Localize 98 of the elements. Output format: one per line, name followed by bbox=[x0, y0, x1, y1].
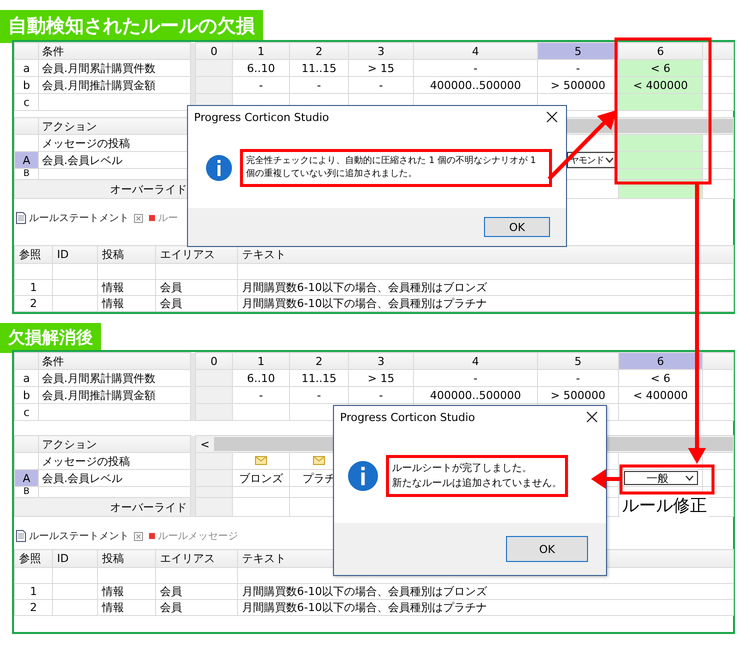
table-cell: > 500000 bbox=[538, 76, 618, 94]
table-cell: 6..10 bbox=[232, 370, 290, 386]
row-label: a bbox=[14, 370, 38, 386]
column-header[interactable]: 3 bbox=[348, 352, 414, 370]
message-text: 完全性チェックにより、自動的に圧縮された 1 個の不明なシナリオが 1 個の重複していない列に追加されました。 bbox=[246, 155, 538, 181]
column-header[interactable]: 3 bbox=[348, 42, 414, 60]
row-name: 会員.月間推計購買金額 bbox=[38, 386, 190, 404]
table-cell: 11..15 bbox=[290, 370, 348, 386]
table-cell: 400000..500000 bbox=[414, 386, 538, 404]
row-name: メッセージの投稿 bbox=[38, 452, 190, 470]
table-cell: - bbox=[232, 386, 290, 404]
row-name: 会員.会員レベル bbox=[38, 470, 190, 486]
table-cell: 1 bbox=[14, 584, 52, 600]
table-cell: 情報 bbox=[98, 584, 156, 600]
ok-button[interactable]: OK bbox=[506, 536, 588, 562]
table-cell: < 6 bbox=[618, 60, 702, 76]
row-label: A bbox=[14, 470, 38, 486]
table-cell: - bbox=[290, 386, 348, 404]
table-cell: - bbox=[538, 370, 618, 386]
table-cell: - bbox=[232, 76, 290, 94]
row-name: 会員.月間推計購買金額 bbox=[38, 76, 190, 94]
column-header[interactable]: 6 bbox=[618, 42, 702, 60]
table-cell: - bbox=[348, 76, 414, 94]
table-cell: < 400000 bbox=[618, 386, 702, 404]
column-header[interactable]: 5 bbox=[538, 42, 618, 60]
column-header[interactable]: 5 bbox=[538, 352, 618, 370]
column-header: 投稿 bbox=[98, 246, 156, 264]
row-label: c bbox=[14, 404, 38, 420]
column-header: 投稿 bbox=[98, 550, 156, 568]
dropdown[interactable]: 一般 bbox=[624, 471, 698, 485]
tab[interactable]: ルールメッセージ bbox=[147, 527, 240, 545]
table-cell: 会員 bbox=[156, 584, 238, 600]
column-header: 参照 bbox=[14, 246, 52, 264]
message-text: 新たなルールは追加されていません。 bbox=[392, 476, 562, 490]
scroll-left-button[interactable]: < bbox=[196, 438, 214, 450]
table-cell: - bbox=[290, 76, 348, 94]
table-cell: 情報 bbox=[98, 280, 156, 296]
column-header: ID bbox=[52, 246, 98, 264]
table-cell: 6..10 bbox=[232, 60, 290, 76]
column-header[interactable]: 6 bbox=[618, 352, 702, 370]
row-name: オーバーライド bbox=[14, 498, 190, 516]
dialog-title: Progress Corticon Studio bbox=[194, 110, 330, 124]
tab[interactable]: ルールステートメント bbox=[14, 527, 145, 545]
column-header[interactable]: 2 bbox=[290, 42, 348, 60]
table-cell: 400000..500000 bbox=[414, 76, 538, 94]
table-cell: < 400000 bbox=[618, 76, 702, 94]
table-cell: - bbox=[414, 370, 538, 386]
table-cell: 情報 bbox=[98, 600, 156, 616]
table-cell: > 500000 bbox=[538, 386, 618, 404]
table-cell: - bbox=[414, 60, 538, 76]
table-cell: - bbox=[538, 60, 618, 76]
tab[interactable]: ルー bbox=[147, 209, 180, 227]
section-heading: 自動検知されたルールの欠損 bbox=[0, 10, 263, 43]
column-header: ID bbox=[52, 550, 98, 568]
row-label: b bbox=[14, 386, 38, 404]
column-header[interactable]: 2 bbox=[290, 352, 348, 370]
table-cell: 月間購買数6-10以下の場合、会員種別はプラチナ bbox=[238, 600, 734, 616]
row-label: a bbox=[14, 60, 38, 76]
table-cell: 月間購買数6-10以下の場合、会員種別はブロンズ bbox=[238, 584, 734, 600]
column-header: エイリアス bbox=[156, 246, 238, 264]
column-header[interactable]: 0 bbox=[196, 42, 232, 60]
row-label: A bbox=[14, 152, 38, 168]
table-cell: 2 bbox=[14, 600, 52, 616]
column-header: テキスト bbox=[238, 246, 734, 264]
section-heading: 欠損解消後 bbox=[0, 323, 101, 353]
table-cell: - bbox=[348, 386, 414, 404]
table-cell: 月間購買数6-10以下の場合、会員種別はブロンズ bbox=[238, 280, 734, 296]
column-header[interactable]: 0 bbox=[196, 352, 232, 370]
dialog-title: Progress Corticon Studio bbox=[340, 410, 476, 424]
column-header[interactable]: 1 bbox=[232, 42, 290, 60]
column-header[interactable]: 1 bbox=[232, 352, 290, 370]
table-cell: 会員 bbox=[156, 296, 238, 312]
row-label: b bbox=[14, 76, 38, 94]
table-cell: 2 bbox=[14, 296, 52, 312]
annotation-text: ルール修正 bbox=[620, 494, 709, 517]
tab[interactable]: ルールステートメント bbox=[14, 209, 145, 227]
column-header[interactable]: 4 bbox=[414, 352, 538, 370]
row-name: 会員.月間累計購買件数 bbox=[38, 370, 190, 386]
column-header: 条件 bbox=[38, 42, 190, 60]
column-header: アクション bbox=[38, 436, 190, 452]
column-header[interactable]: 4 bbox=[414, 42, 538, 60]
table-cell: 会員 bbox=[156, 600, 238, 616]
ok-button[interactable]: OK bbox=[484, 217, 550, 237]
message-text: ルールシートが完了しました。 bbox=[392, 462, 533, 476]
row-name: 会員.月間累計購買件数 bbox=[38, 60, 190, 76]
table-cell: ブロンズ bbox=[232, 470, 290, 486]
row-label: c bbox=[14, 94, 38, 110]
table-cell: 1 bbox=[14, 280, 52, 296]
table-cell: 月間購買数6-10以下の場合、会員種別はプラチナ bbox=[238, 296, 734, 312]
table-cell: < 6 bbox=[618, 370, 702, 386]
column-header: エイリアス bbox=[156, 550, 238, 568]
table-cell: 11..15 bbox=[290, 60, 348, 76]
table-cell: 情報 bbox=[98, 296, 156, 312]
table-cell: > 15 bbox=[348, 370, 414, 386]
column-header: 条件 bbox=[38, 352, 190, 370]
column-header: 参照 bbox=[14, 550, 52, 568]
table-cell: 会員 bbox=[156, 280, 238, 296]
table-cell: > 15 bbox=[348, 60, 414, 76]
